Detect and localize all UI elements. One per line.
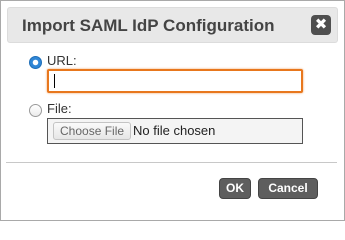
footer-divider [6,162,337,163]
close-button[interactable]: ✖ [311,15,331,35]
file-status: No file chosen [133,123,216,138]
close-icon: ✖ [314,16,328,33]
cancel-button[interactable]: Cancel [258,178,318,199]
file-radio[interactable] [29,104,42,117]
file-input[interactable]: Choose File No file chosen [47,118,303,144]
text-caret [54,74,55,88]
choose-file-button[interactable]: Choose File [53,122,132,140]
ok-button[interactable]: OK [219,178,251,199]
file-label: File: [47,101,72,116]
dialog-title: Import SAML IdP Configuration [22,16,275,35]
dialog-titlebar: Import SAML IdP Configuration ✖ [7,7,338,43]
url-radio[interactable] [29,56,42,69]
url-input[interactable] [47,69,303,93]
url-label: URL: [47,53,77,68]
